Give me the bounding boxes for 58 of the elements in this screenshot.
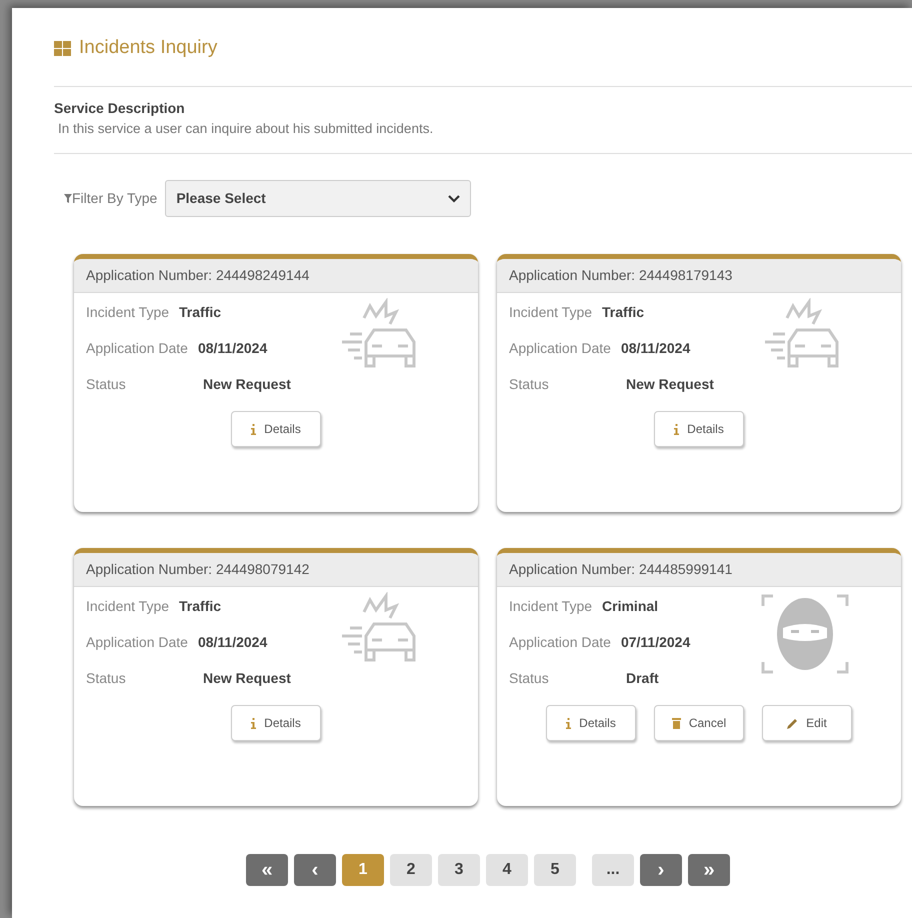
field-label: Incident Type [509, 303, 592, 322]
field-value: New Request [203, 669, 291, 688]
page-button[interactable]: 4 [486, 854, 528, 886]
filter-label: Filter By Type [72, 189, 158, 208]
card-header: Application Number: 244498249144 [74, 259, 478, 294]
page-nav-button[interactable]: » [688, 854, 730, 886]
field-label: Application Date [509, 633, 611, 652]
action-button[interactable]: Details [231, 411, 321, 448]
action-button[interactable]: Details [231, 705, 321, 742]
card-header: Application Number: 244498179143 [497, 259, 901, 294]
field-value: New Request [203, 375, 291, 394]
more-pages-button[interactable]: ... [592, 854, 634, 886]
field-value: Traffic [179, 597, 222, 616]
field-label: Status [509, 375, 550, 394]
action-button[interactable]: Cancel [654, 705, 744, 742]
action-button[interactable]: Edit [762, 705, 852, 742]
trash-icon [672, 718, 681, 729]
field-value: 08/11/2024 [198, 339, 268, 358]
page-button[interactable]: 2 [390, 854, 432, 886]
field-label: Incident Type [86, 303, 170, 322]
masked-figure-icon [759, 592, 851, 676]
filter-icon [64, 194, 72, 204]
section-heading: Service Description [54, 99, 186, 118]
filter-dropdown[interactable]: Please Select [165, 180, 472, 218]
action-button[interactable]: Details [654, 411, 744, 448]
action-button[interactable]: Details [546, 705, 636, 742]
field-value: Traffic [602, 303, 644, 322]
field-value: Draft [626, 669, 659, 688]
info-icon [251, 718, 256, 729]
page-button[interactable]: 5 [534, 854, 576, 886]
page-button[interactable]: 3 [438, 854, 480, 886]
field-value: 08/11/2024 [198, 633, 268, 652]
field-label: Application Date [509, 339, 611, 358]
field-label: Status [86, 669, 127, 688]
page-nav-button[interactable]: ‹ [294, 854, 336, 886]
pencil-icon [787, 718, 798, 729]
page-title: Incidents Inquiry [79, 36, 218, 60]
info-icon [251, 424, 256, 435]
card-header: Application Number: 244498079142 [74, 553, 478, 588]
grid-icon [54, 40, 71, 56]
page-nav-button[interactable]: › [640, 854, 682, 886]
field-value: Criminal [602, 597, 658, 616]
field-label: Incident Type [86, 597, 170, 616]
field-label: Application Date [86, 339, 188, 358]
field-label: Status [86, 375, 127, 394]
field-label: Status [509, 669, 550, 688]
info-icon [566, 718, 572, 729]
description-text: In this service a user can inquire about his submitted incidents. [57, 120, 434, 138]
card-header: Application Number: 244485999141 [497, 553, 901, 588]
field-label: Application Date [86, 633, 188, 652]
info-icon [674, 424, 680, 435]
chevron-down-icon [448, 194, 460, 203]
field-label: Incident Type [509, 597, 592, 616]
page-nav-button[interactable]: « [246, 854, 288, 886]
field-value: 08/11/2024 [620, 339, 690, 358]
field-value: Traffic [179, 303, 222, 322]
field-value: 07/11/2024 [620, 633, 690, 652]
field-value: New Request [626, 375, 714, 394]
